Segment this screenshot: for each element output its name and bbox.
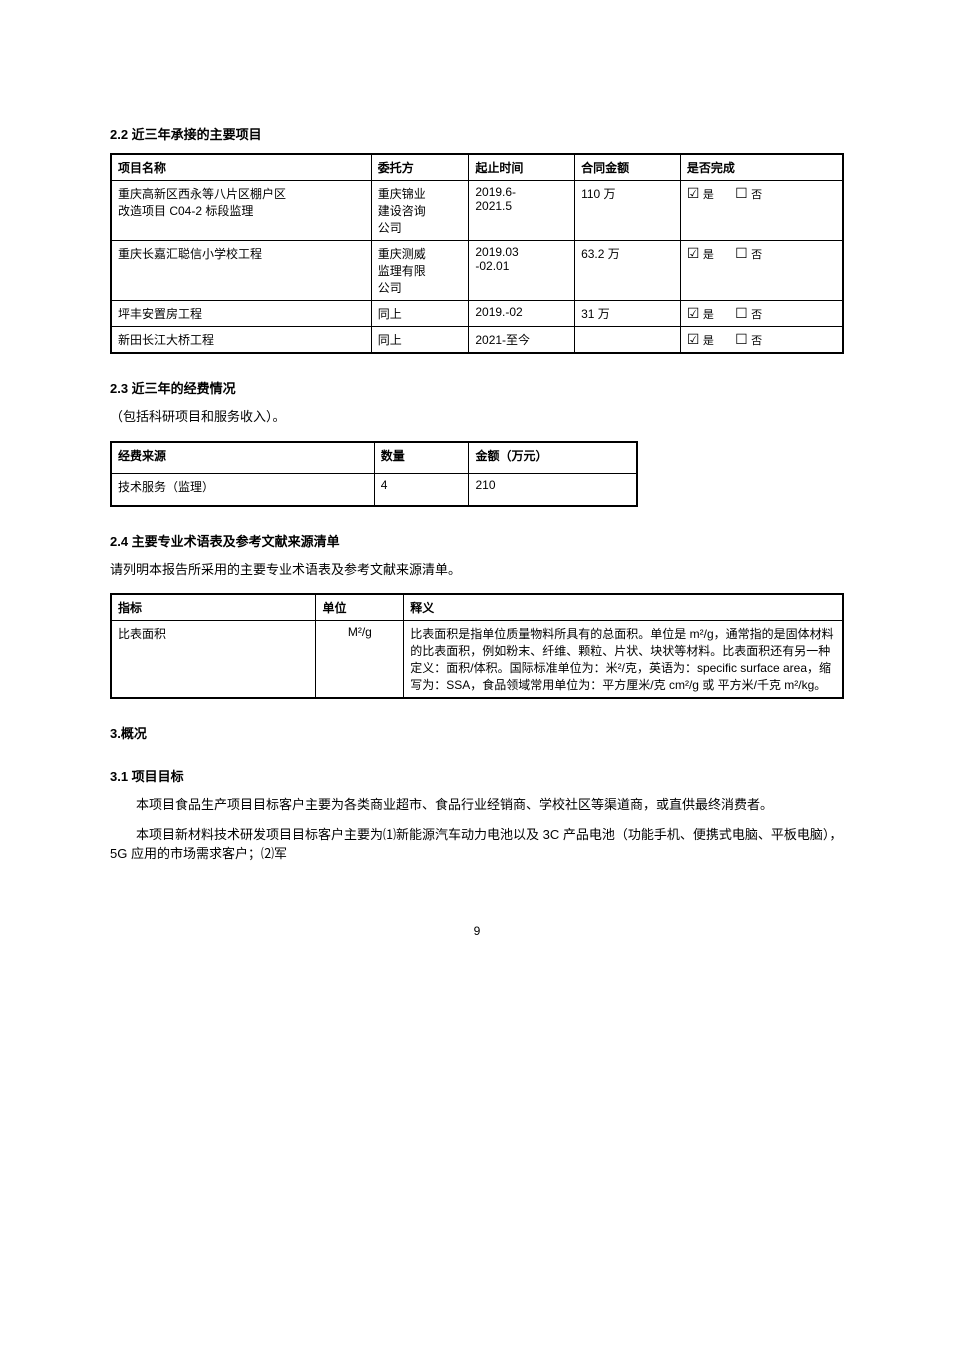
label-no: 否	[751, 249, 762, 261]
col-amount: 合同金额	[575, 154, 681, 181]
col-indicator: 指标	[111, 594, 316, 621]
cell-client: 重庆测威监理有限公司	[371, 241, 469, 301]
cell-amount: 110 万	[575, 181, 681, 241]
heading-2-3: 2.3 近三年的经费情况	[110, 378, 844, 397]
cell-amount: 63.2 万	[575, 241, 681, 301]
label-yes: 是	[703, 249, 714, 261]
para-3-1-a: 本项目食品生产项目目标客户主要为各类商业超市、食品行业经销商、学校社区等渠道商，…	[110, 795, 844, 815]
col-done: 是否完成	[680, 154, 843, 181]
projects-table: 项目名称 委托方 起止时间 合同金额 是否完成 重庆高新区西永等八片区棚户区改造…	[110, 153, 844, 354]
heading-3-1: 3.1 项目目标	[110, 766, 844, 785]
cell-period: 2019.03-02.01	[469, 241, 575, 301]
cell-name: 新田长江大桥工程	[111, 327, 371, 354]
checkbox-empty-icon[interactable]: ☐	[735, 305, 749, 322]
col-unit: 单位	[316, 594, 404, 621]
heading-2-4: 2.4 主要专业术语表及参考文献来源清单	[110, 531, 844, 550]
table-row: 重庆高新区西永等八片区棚户区改造项目 C04-2 标段监理 重庆锦业建设咨询公司…	[111, 181, 843, 241]
cell-client: 同上	[371, 327, 469, 354]
label-no: 否	[751, 189, 762, 201]
cell-done: ☑是 ☐否	[680, 327, 843, 354]
heading-2-2: 2.2 近三年承接的主要项目	[110, 124, 844, 143]
cell-done: ☑是 ☐否	[680, 241, 843, 301]
col-count: 数量	[374, 442, 469, 474]
cell-period: 2019.6-2021.5	[469, 181, 575, 241]
col-definition: 释义	[404, 594, 843, 621]
checkbox-checked-icon[interactable]: ☑	[687, 305, 701, 322]
cell-period: 2021-至今	[469, 327, 575, 354]
cell-definition: 比表面积是指单位质量物料所具有的总面积。单位是 m²/g，通常指的是固体材料的比…	[404, 621, 843, 699]
checkbox-checked-icon[interactable]: ☑	[687, 245, 701, 262]
heading-3: 3.概况	[110, 723, 844, 742]
cell-done: ☑是 ☐否	[680, 301, 843, 327]
checkbox-empty-icon[interactable]: ☐	[735, 331, 749, 348]
glossary-table: 指标 单位 释义 比表面积 M²/g 比表面积是指单位质量物料所具有的总面积。单…	[110, 593, 844, 699]
funding-table: 经费来源 数量 金额（万元） 技术服务（监理） 4 210	[110, 441, 638, 507]
checkbox-empty-icon[interactable]: ☐	[735, 185, 749, 202]
para-3-1-b: 本项目新材料技术研发项目目标客户主要为⑴新能源汽车动力电池以及 3C 产品电池（…	[110, 825, 844, 864]
cell-client: 重庆锦业建设咨询公司	[371, 181, 469, 241]
col-client: 委托方	[371, 154, 469, 181]
checkbox-empty-icon[interactable]: ☐	[735, 245, 749, 262]
cell-period: 2019.-02	[469, 301, 575, 327]
table-row: 坪丰安置房工程 同上 2019.-02 31 万 ☑是 ☐否	[111, 301, 843, 327]
table-row: 比表面积 M²/g 比表面积是指单位质量物料所具有的总面积。单位是 m²/g，通…	[111, 621, 843, 699]
lead-2-3: （包括科研项目和服务收入）。	[110, 407, 844, 427]
col-period: 起止时间	[469, 154, 575, 181]
lead-2-4: 请列明本报告所采用的主要专业术语表及参考文献来源清单。	[110, 560, 844, 580]
cell-count: 4	[374, 474, 469, 506]
label-yes: 是	[703, 189, 714, 201]
col-fund-amount: 金额（万元）	[469, 442, 637, 474]
cell-client: 同上	[371, 301, 469, 327]
cell-fund-amount: 210	[469, 474, 637, 506]
table-row: 新田长江大桥工程 同上 2021-至今 ☑是 ☐否	[111, 327, 843, 354]
cell-name: 重庆高新区西永等八片区棚户区改造项目 C04-2 标段监理	[111, 181, 371, 241]
col-project-name: 项目名称	[111, 154, 371, 181]
checkbox-checked-icon[interactable]: ☑	[687, 185, 701, 202]
cell-name: 坪丰安置房工程	[111, 301, 371, 327]
page-number: 9	[110, 924, 844, 938]
cell-indicator: 比表面积	[111, 621, 316, 699]
cell-amount: 31 万	[575, 301, 681, 327]
label-yes: 是	[703, 309, 714, 321]
cell-source: 技术服务（监理）	[111, 474, 374, 506]
col-source: 经费来源	[111, 442, 374, 474]
cell-done: ☑是 ☐否	[680, 181, 843, 241]
table-row: 技术服务（监理） 4 210	[111, 474, 637, 506]
cell-unit: M²/g	[316, 621, 404, 699]
table-row: 重庆长嘉汇聪信小学校工程 重庆测威监理有限公司 2019.03-02.01 63…	[111, 241, 843, 301]
label-no: 否	[751, 335, 762, 347]
cell-name: 重庆长嘉汇聪信小学校工程	[111, 241, 371, 301]
cell-amount	[575, 327, 681, 354]
checkbox-checked-icon[interactable]: ☑	[687, 331, 701, 348]
label-yes: 是	[703, 335, 714, 347]
label-no: 否	[751, 309, 762, 321]
